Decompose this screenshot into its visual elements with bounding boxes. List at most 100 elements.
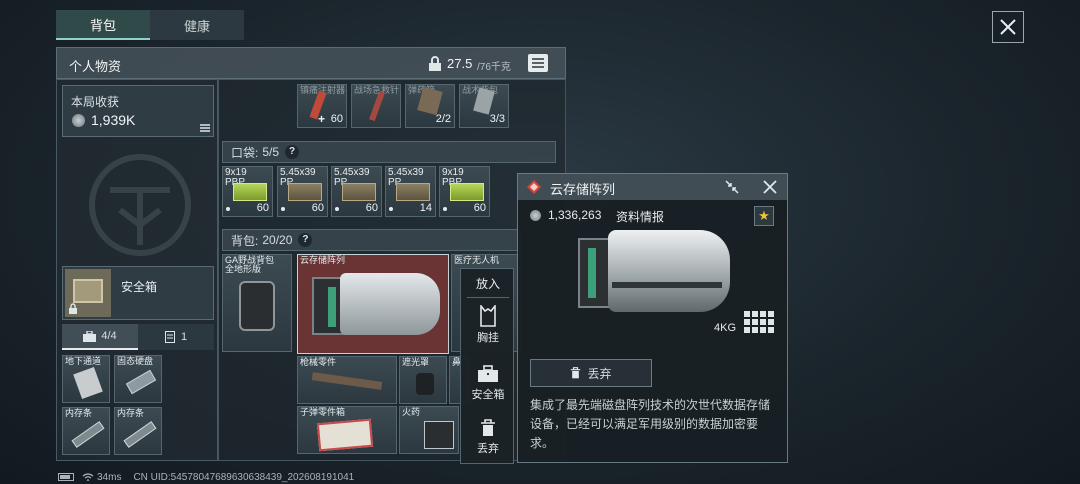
pocket-header: 口袋: 5/5 ? <box>222 141 556 163</box>
detail-discard-button[interactable]: 丢弃 <box>530 359 652 387</box>
item-label: 战场急救针 <box>354 85 400 95</box>
rarity-diamond-icon <box>527 180 541 194</box>
loot-label: 本局收获 <box>71 95 120 109</box>
safe-box-tab-a-label: 4/4 <box>101 330 117 342</box>
coin-icon <box>72 114 85 127</box>
put-in-chest-rig-button[interactable]: 胸挂 <box>461 305 515 345</box>
faction-emblem <box>89 154 191 256</box>
context-item-label: 胸挂 <box>477 332 499 344</box>
safe-box-tab-b[interactable]: 1 <box>138 324 214 350</box>
pocket-item-5[interactable]: 9x19 PBP 60 <box>439 166 490 217</box>
item-label: 内存条 <box>117 408 145 418</box>
pocket-item-4[interactable]: 5.45x39 PP 14 <box>385 166 436 217</box>
close-icon <box>1000 19 1016 35</box>
help-icon[interactable]: ? <box>298 233 313 247</box>
ammo-caliber: 9x19 <box>442 167 464 178</box>
tab-backpack[interactable]: 背包 <box>56 10 150 40</box>
backpack-cloud-storage-slot[interactable]: 云存储阵列 <box>297 254 449 354</box>
pocket-label: 口袋: <box>231 145 259 160</box>
item-label: GA野战背包 全地形版 <box>225 255 275 274</box>
chest-rig-icon <box>480 305 496 327</box>
weight-value: 27.5 <box>447 56 473 71</box>
backpack-lens-hood-slot[interactable]: 遮光罩 <box>399 356 447 404</box>
favorite-button[interactable]: ★ <box>754 206 774 226</box>
safe-box-icon <box>65 269 111 317</box>
safe-box-row[interactable]: 安全箱 <box>62 266 214 320</box>
ammo-caliber: 9x19 <box>225 167 247 178</box>
item-label: 火药 <box>402 407 421 417</box>
inventory-title: 个人物资 <box>69 59 122 74</box>
tab-health[interactable]: 健康 <box>150 10 244 40</box>
detail-weight: 4KG <box>714 322 737 334</box>
safe-box-tab-a[interactable]: 4/4 <box>62 324 138 350</box>
detail-description: 集成了最先端磁盘阵列技术的次世代数据存储设备，已经可以满足军用级别的数据加密要求… <box>530 398 771 450</box>
discard-button[interactable]: 丢弃 <box>461 419 515 456</box>
safe-box-label: 安全箱 <box>121 280 158 294</box>
item-label: 云存储阵列 <box>300 255 346 265</box>
top-item-2[interactable]: 战场急救针 <box>351 84 401 128</box>
close-icon[interactable] <box>762 179 778 195</box>
item-count: 2/2 <box>435 113 451 125</box>
item-count: 60 <box>365 202 378 214</box>
ammo-caliber: 5.45x39 <box>280 167 316 178</box>
trash-icon <box>481 419 495 436</box>
status-bar: 34ms CN UID:5457804768963063843​9_202608… <box>58 470 478 484</box>
safe-item-ram-1[interactable]: 内存条 <box>62 407 110 455</box>
item-count: 60 <box>330 113 343 125</box>
safe-item-ram-2[interactable]: 内存条 <box>114 407 162 455</box>
ammo-caliber: 5.45x39 <box>334 167 370 178</box>
put-in-safe-box-button[interactable]: 安全箱 <box>461 365 515 402</box>
close-button[interactable] <box>992 11 1024 43</box>
top-item-3[interactable]: 弹药箱 2/2 <box>405 84 455 128</box>
item-count: 60 <box>473 202 486 214</box>
briefcase-icon <box>83 330 97 342</box>
context-menu: 放入 胸挂 安全箱 丢弃 <box>460 268 514 464</box>
lock-icon <box>69 303 77 314</box>
top-item-1[interactable]: 镇痛注射器 60 + <box>297 84 347 128</box>
item-label: 医疗无人机 <box>454 255 500 265</box>
item-label: 内存条 <box>65 408 93 418</box>
detail-discard-label: 丢弃 <box>587 366 612 381</box>
pocket-item-1[interactable]: 9x19 PBP 60 <box>222 166 273 217</box>
pocket-item-3[interactable]: 5.45x39 PP 60 <box>331 166 382 217</box>
safe-item-tunnel[interactable]: 地下通道 <box>62 355 110 403</box>
weight-max: /76千克 <box>477 62 511 73</box>
item-label: 遮光罩 <box>402 357 430 367</box>
safe-box-tab-b-label: 1 <box>180 331 188 343</box>
backpack-count: 20/20 <box>262 233 293 247</box>
inventory-header: 个人物资 27.5 /76千克 <box>56 47 566 79</box>
plus-icon: + <box>318 112 326 126</box>
collapse-icon[interactable] <box>724 180 740 194</box>
backpack-bag-slot[interactable]: GA野战背包 全地形版 <box>222 254 292 352</box>
item-count: 3/3 <box>489 113 505 125</box>
loot-box[interactable]: 本局收获 1,939K <box>62 85 214 137</box>
backpack-label: 背包: <box>231 233 259 248</box>
item-count: 60 <box>311 202 324 214</box>
pocket-item-2[interactable]: 5.45x39 PP 60 <box>277 166 328 217</box>
backpack-gun-parts-slot[interactable]: 枪械零件 <box>297 356 397 404</box>
safe-item-ssd[interactable]: 固态硬盘 <box>114 355 162 403</box>
backpack-gunpowder-slot[interactable]: 火药 <box>399 406 459 454</box>
grid-size-icon <box>744 311 774 333</box>
loot-value: 1,939K <box>91 112 136 128</box>
item-label: 固态硬盘 <box>117 356 154 366</box>
detail-header: 云存储阵列 <box>518 174 787 200</box>
trash-icon <box>571 367 581 379</box>
list-icon[interactable] <box>200 124 210 132</box>
context-item-label: 安全箱 <box>471 389 505 401</box>
context-item-label: 丢弃 <box>477 443 499 455</box>
battery-icon <box>58 473 74 481</box>
uid-text: CN UID:5457804768963063843​9_20260819104… <box>133 471 355 483</box>
sort-button[interactable] <box>528 54 548 72</box>
top-item-4[interactable]: 战术背包 3/3 <box>459 84 509 128</box>
context-menu-title: 放入 <box>475 277 500 291</box>
item-count: 60 <box>256 202 269 214</box>
item-label: 枪械零件 <box>300 357 337 367</box>
backpack-bullet-parts-slot[interactable]: 子弹零件箱 <box>297 406 397 454</box>
lock-weight-icon <box>429 56 441 71</box>
ping-value: 34ms <box>97 471 122 483</box>
item-label: 子弹零件箱 <box>300 407 346 417</box>
list-icon <box>532 58 544 68</box>
help-icon[interactable]: ? <box>285 145 300 159</box>
item-count: 14 <box>419 202 432 214</box>
